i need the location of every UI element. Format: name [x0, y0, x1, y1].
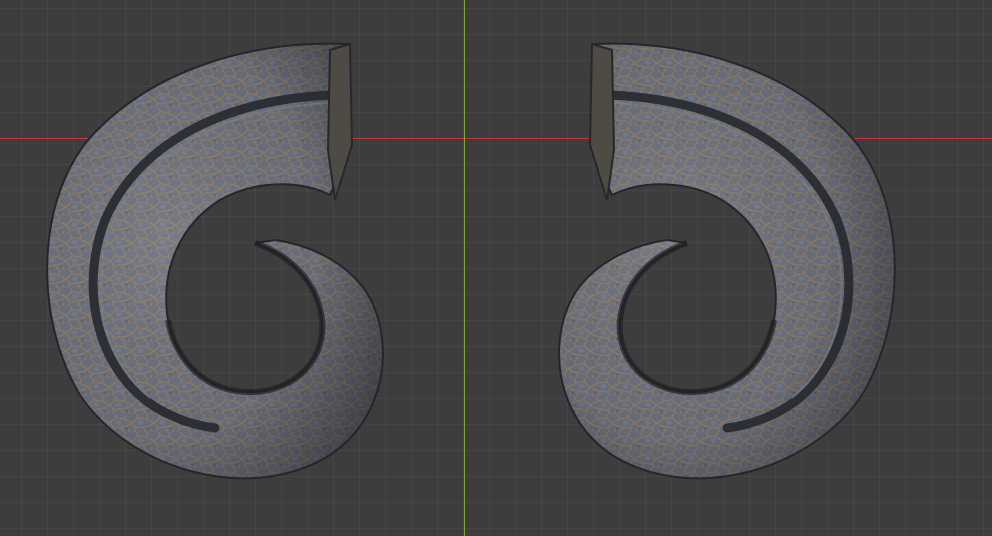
horn-right-end-cap	[588, 42, 616, 201]
horn-left-end-cap	[326, 42, 354, 201]
3d-viewport[interactable]	[0, 0, 992, 536]
horn-models[interactable]	[0, 0, 992, 536]
horn-right[interactable]	[558, 42, 896, 480]
horn-left[interactable]	[46, 42, 384, 480]
